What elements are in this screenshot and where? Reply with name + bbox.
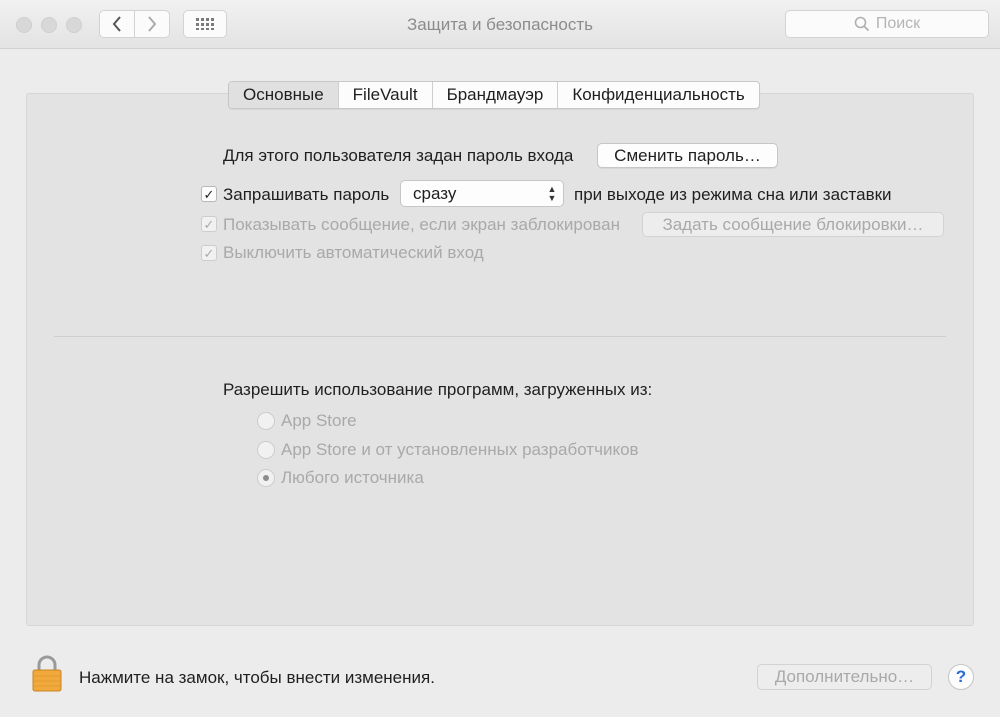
disable-auto-login-label: Выключить автоматический вход xyxy=(223,243,484,262)
search-field[interactable]: Поиск xyxy=(785,10,989,38)
tab-bar: Основные FileVault Брандмауэр Конфиденци… xyxy=(228,81,760,109)
select-value: сразу xyxy=(413,183,457,203)
tab-firewall[interactable]: Брандмауэр xyxy=(433,82,559,108)
zoom-window-button[interactable] xyxy=(66,17,82,33)
radio-anywhere[interactable] xyxy=(257,469,275,487)
search-icon xyxy=(854,16,869,32)
require-password-delay-select[interactable]: сразу ▲ ▼ xyxy=(400,180,564,207)
grid-icon xyxy=(196,18,214,30)
tab-filevault[interactable]: FileVault xyxy=(339,82,433,108)
forward-button[interactable] xyxy=(134,10,170,38)
password-set-text: Для этого пользователя задан пароль вход… xyxy=(223,146,574,165)
search-placeholder: Поиск xyxy=(875,15,921,32)
tab-privacy[interactable]: Конфиденциальность xyxy=(558,82,758,108)
require-password-label: Запрашивать пароль xyxy=(223,185,390,204)
apps-heading: Разрешить использование программ, загруж… xyxy=(223,380,653,399)
require-password-checkbox[interactable]: ✓ xyxy=(201,186,217,202)
require-password-suffix: при выходе из режима сна или заставки xyxy=(574,185,892,204)
show-all-button[interactable] xyxy=(183,10,227,38)
back-button[interactable] xyxy=(99,10,135,38)
close-window-button[interactable] xyxy=(16,17,32,33)
radio-app-store-developers[interactable] xyxy=(257,441,275,459)
tab-general[interactable]: Основные xyxy=(229,82,339,108)
lock-icon xyxy=(32,655,62,692)
lock-button[interactable] xyxy=(30,655,64,693)
show-message-checkbox[interactable]: ✓ xyxy=(201,216,217,232)
lock-hint-text: Нажмите на замок, чтобы внести изменения… xyxy=(79,668,435,687)
advanced-button[interactable]: Дополнительно… xyxy=(757,664,932,690)
radio-app-store-developers-label: App Store и от установленных разработчик… xyxy=(281,440,639,459)
change-password-button[interactable]: Сменить пароль… xyxy=(597,143,778,168)
radio-anywhere-label: Любого источника xyxy=(281,468,424,487)
disable-auto-login-checkbox[interactable]: ✓ xyxy=(201,245,217,261)
chevron-right-icon xyxy=(148,16,157,32)
radio-selected-dot xyxy=(263,475,269,481)
chevron-left-icon xyxy=(112,16,121,32)
select-arrows-icon: ▲ ▼ xyxy=(547,183,557,203)
set-lock-message-button[interactable]: Задать сообщение блокировки… xyxy=(642,212,944,237)
radio-app-store-label: App Store xyxy=(281,411,357,430)
section-divider xyxy=(54,336,946,337)
show-message-label: Показывать сообщение, если экран заблоки… xyxy=(223,215,620,234)
window-title: Защита и безопасность xyxy=(406,15,594,34)
help-button[interactable]: ? xyxy=(948,664,974,690)
content-panel xyxy=(26,93,974,626)
minimize-window-button[interactable] xyxy=(41,17,57,33)
radio-app-store[interactable] xyxy=(257,412,275,430)
